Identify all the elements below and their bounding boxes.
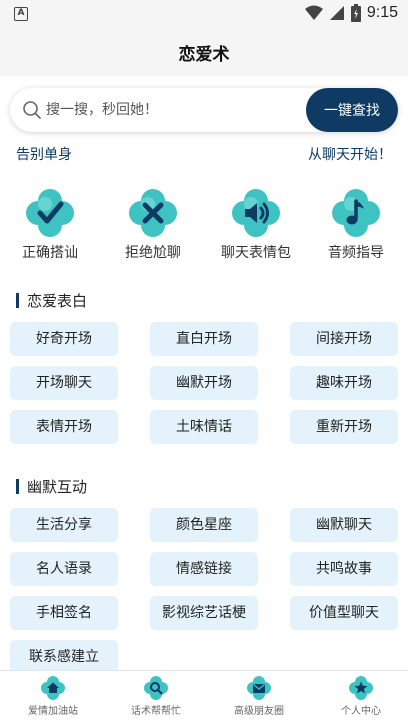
search-icon bbox=[144, 676, 168, 700]
feature-chat-stickers[interactable]: 聊天表情包 bbox=[206, 186, 306, 262]
search-button[interactable]: 一键查找 bbox=[306, 88, 398, 132]
topic-chip[interactable]: 联系感建立 bbox=[10, 640, 118, 674]
topic-chip[interactable]: 手相签名 bbox=[10, 596, 118, 630]
nav-label: 高级朋友圈 bbox=[234, 706, 284, 717]
topic-chip[interactable]: 表情开场 bbox=[10, 410, 118, 444]
speaker-icon bbox=[232, 189, 280, 237]
topic-chip[interactable]: 颜色星座 bbox=[150, 508, 258, 542]
section-title-text: 恋爱表白 bbox=[27, 292, 88, 310]
signal-icon bbox=[329, 6, 344, 20]
nav-label: 个人中心 bbox=[341, 706, 381, 717]
home-icon bbox=[41, 676, 65, 700]
section-title-text: 幽默互动 bbox=[27, 478, 88, 496]
feature-label: 聊天表情包 bbox=[221, 245, 291, 261]
topic-chip[interactable]: 土味情话 bbox=[150, 410, 258, 444]
topic-chip[interactable]: 间接开场 bbox=[290, 322, 398, 356]
nav-item-moments[interactable]: 高级朋友圈 bbox=[209, 675, 309, 717]
topic-chip[interactable]: 开场聊天 bbox=[10, 366, 118, 400]
status-time: 9:15 bbox=[366, 4, 398, 21]
feature-label: 正确搭讪 bbox=[22, 245, 78, 261]
status-bar: A 9:15 bbox=[0, 0, 408, 28]
nav-item-profile[interactable]: 个人中心 bbox=[311, 675, 408, 717]
topic-chip[interactable]: 共鸣故事 bbox=[290, 552, 398, 586]
feature-label: 音频指导 bbox=[328, 245, 384, 261]
nav-item-script-help[interactable]: 话术帮帮忙 bbox=[106, 675, 206, 717]
section-marker bbox=[16, 293, 19, 308]
topic-chip[interactable]: 趣味开场 bbox=[290, 366, 398, 400]
search-bar: 一键查找 bbox=[10, 88, 398, 132]
battery-icon bbox=[350, 4, 361, 22]
mail-icon bbox=[247, 676, 271, 700]
feature-audio-guide[interactable]: 音频指导 bbox=[306, 186, 406, 262]
topic-chip[interactable]: 好奇开场 bbox=[10, 322, 118, 356]
notification-icon: A bbox=[14, 7, 28, 21]
star-icon bbox=[349, 676, 373, 700]
section-title: 恋爱表白 bbox=[16, 290, 87, 311]
topic-chip[interactable]: 影视综艺话梗 bbox=[150, 596, 258, 630]
feature-correct-pickup[interactable]: 正确搭讪 bbox=[0, 186, 100, 262]
topic-chip[interactable]: 直白开场 bbox=[150, 322, 258, 356]
status-icons: 9:15 bbox=[304, 4, 398, 22]
nav-label: 爱情加油站 bbox=[28, 706, 78, 717]
wifi-icon bbox=[304, 5, 323, 20]
feature-label: 拒绝尬聊 bbox=[125, 245, 181, 261]
topic-chip[interactable]: 生活分享 bbox=[10, 508, 118, 542]
tagline-left: 告别单身 bbox=[16, 147, 72, 163]
topic-chip[interactable]: 幽默开场 bbox=[150, 366, 258, 400]
topic-chip[interactable]: 名人语录 bbox=[10, 552, 118, 586]
section-title: 幽默互动 bbox=[16, 476, 87, 497]
page-title: 恋爱术 bbox=[178, 44, 230, 65]
topic-chip[interactable]: 价值型聊天 bbox=[290, 596, 398, 630]
music-note-icon bbox=[332, 189, 380, 237]
feature-no-awkward-chat[interactable]: 拒绝尬聊 bbox=[103, 186, 203, 262]
checkmark-icon bbox=[26, 189, 74, 237]
feature-shortcuts: 正确搭讪 拒绝尬聊 聊天表情包 音频指导 bbox=[0, 186, 408, 266]
nav-item-love-station[interactable]: 爱情加油站 bbox=[3, 675, 103, 717]
section-marker bbox=[16, 479, 19, 494]
search-icon bbox=[23, 101, 41, 119]
search-input[interactable] bbox=[46, 88, 306, 132]
topic-chip[interactable]: 情感链接 bbox=[150, 552, 258, 586]
tagline-right: 从聊天开始！ bbox=[308, 147, 392, 163]
nav-label: 话术帮帮忙 bbox=[131, 706, 181, 717]
topic-chip[interactable]: 幽默聊天 bbox=[290, 508, 398, 542]
cross-icon bbox=[129, 189, 177, 237]
app-bar: 恋爱术 bbox=[0, 28, 408, 76]
bottom-nav: 爱情加油站 话术帮帮忙 高级朋友圈 个人中心 bbox=[0, 670, 408, 724]
topic-chip[interactable]: 重新开场 bbox=[290, 410, 398, 444]
